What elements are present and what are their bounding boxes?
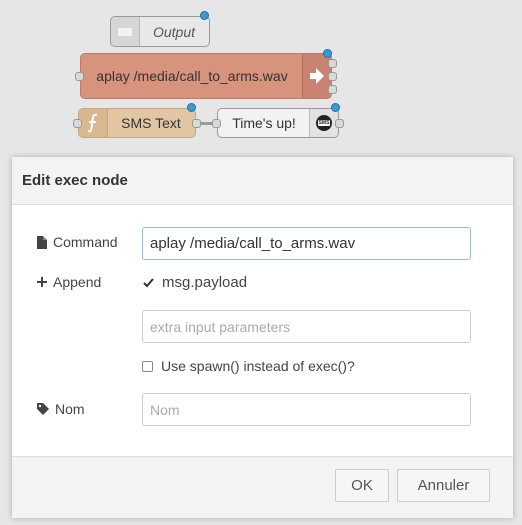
tag-icon (37, 403, 49, 415)
arrow-icon (118, 27, 132, 36)
function-icon (87, 113, 98, 133)
cancel-button[interactable]: Annuler (397, 469, 490, 502)
function-node[interactable]: SMS Text (78, 108, 196, 138)
checkmark-icon (142, 277, 154, 287)
append-checkbox[interactable] (142, 276, 154, 289)
output-node-icon-area (111, 17, 140, 46)
exec-output-port-3[interactable] (328, 85, 337, 94)
spawn-checkbox-label: Use spawn() instead of exec()? (161, 358, 355, 374)
function-input-port[interactable] (73, 119, 82, 128)
plus-icon (37, 277, 47, 287)
spawn-checkbox[interactable] (142, 360, 153, 372)
sms-node[interactable]: Time's up! SMS (217, 108, 339, 138)
sms-input-port[interactable] (212, 119, 221, 128)
append-checkbox-row: msg.payload (142, 274, 247, 291)
sms-icon-text: SMS (317, 120, 331, 126)
exec-input-port[interactable] (75, 72, 84, 81)
sms-output-port[interactable] (335, 119, 344, 128)
changed-dot (187, 103, 196, 112)
exec-output-port-2[interactable] (328, 72, 337, 81)
sms-node-icon-area: SMS (309, 109, 338, 137)
dialog-title: Edit exec node (12, 157, 513, 205)
exec-node-label: aplay /media/call_to_arms.wav (96, 68, 288, 84)
changed-dot (323, 49, 332, 58)
name-label: Nom (37, 401, 85, 417)
command-label: Command (37, 234, 118, 250)
exec-node[interactable]: aplay /media/call_to_arms.wav (80, 53, 332, 99)
command-input[interactable] (142, 227, 471, 260)
sms-icon: SMS (316, 115, 332, 131)
spawn-checkbox-row: Use spawn() instead of exec()? (142, 358, 355, 374)
arrow-right-icon (310, 68, 324, 84)
flow-canvas: Output aplay /media/call_to_arms.wav SMS… (0, 0, 522, 160)
append-checkbox-label: msg.payload (162, 274, 248, 291)
file-icon (37, 235, 47, 249)
ok-button[interactable]: OK (335, 469, 389, 502)
append-label-text: Append (53, 274, 102, 290)
changed-dot (200, 11, 209, 20)
exec-output-port-1[interactable] (328, 59, 337, 68)
append-label: Append (37, 274, 101, 290)
function-node-icon-area (79, 109, 108, 137)
name-input[interactable] (142, 393, 471, 426)
dialog-footer: OK Annuler (12, 456, 513, 518)
name-label-text: Nom (55, 401, 85, 417)
command-label-text: Command (53, 234, 118, 250)
extra-params-input[interactable] (142, 310, 471, 343)
edit-dialog: Edit exec node Command Append msg.payloa… (12, 157, 513, 518)
output-node[interactable]: Output (110, 16, 210, 47)
changed-dot (331, 103, 340, 112)
function-output-port[interactable] (192, 119, 201, 128)
exec-node-icon-area (302, 54, 331, 98)
